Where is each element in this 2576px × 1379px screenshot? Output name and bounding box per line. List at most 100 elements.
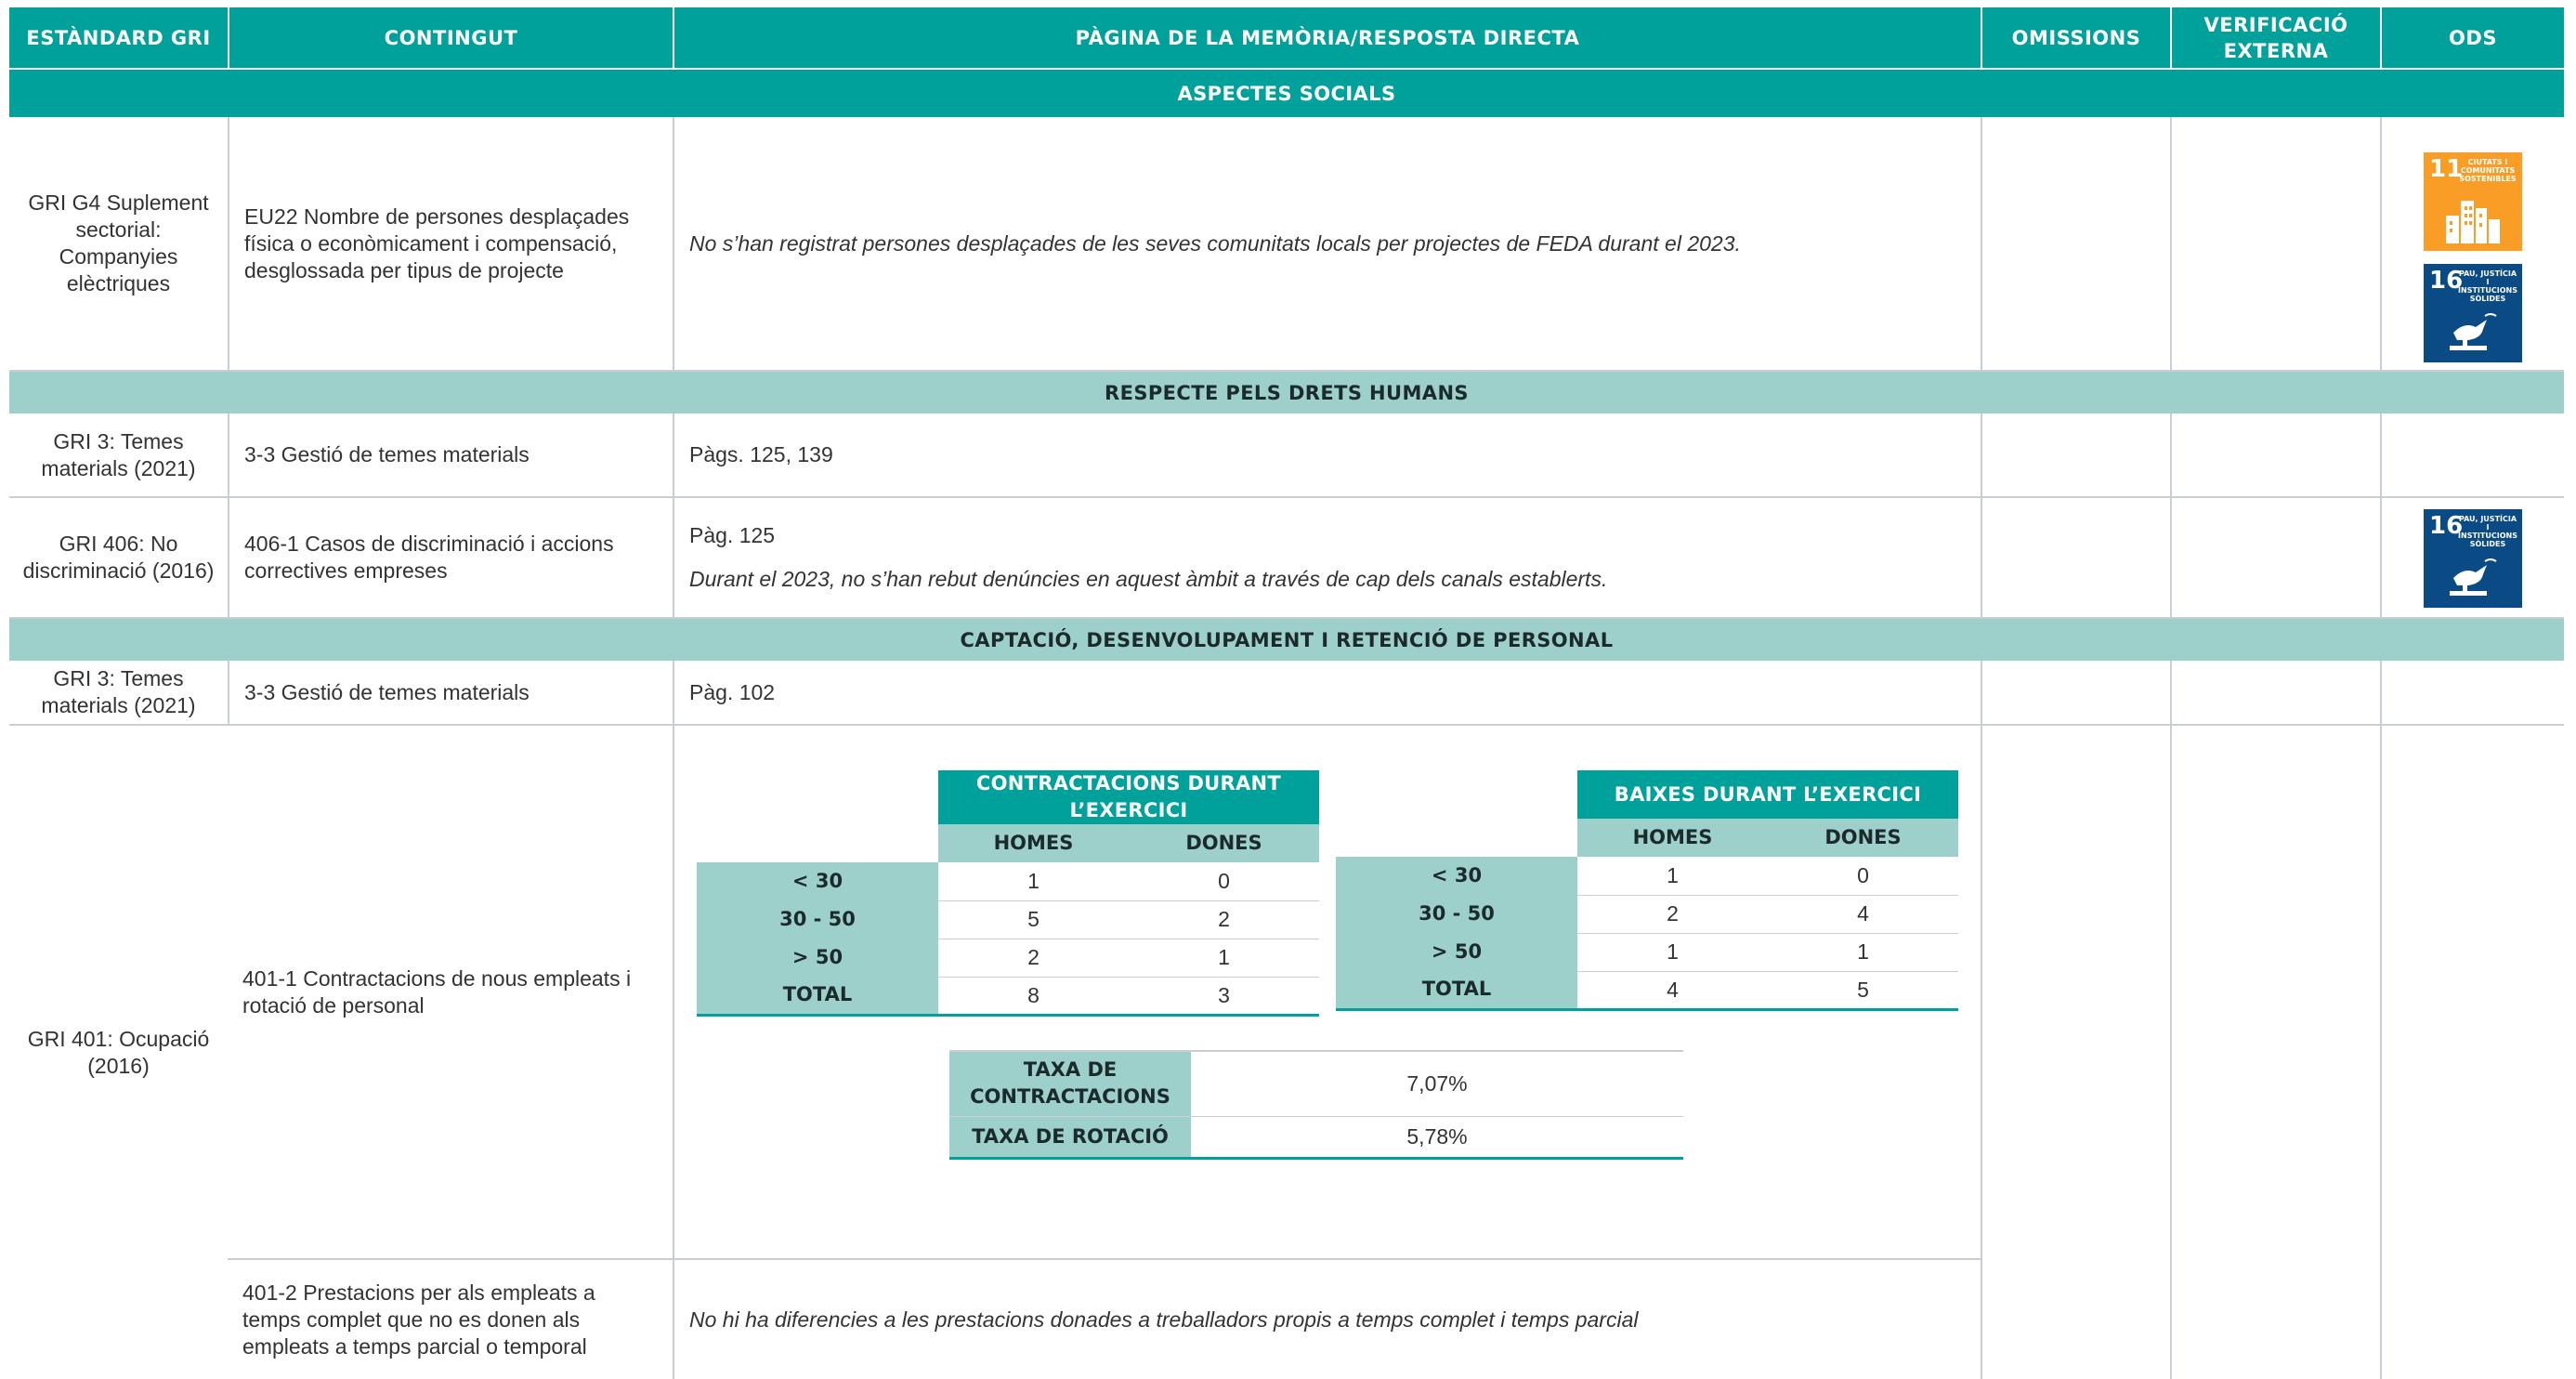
- leaves-women-value: 5: [1768, 971, 1958, 1011]
- row-content: 401-1 Contractacions de nous empleats i …: [242, 965, 632, 1018]
- table-row: GRI G4 Suplement sectorial: Companyies e…: [9, 117, 2564, 372]
- header-verification: VERIFICACIÓ EXTERNA: [2170, 7, 2380, 68]
- header-omissions: OMISSIONS: [1981, 7, 2170, 68]
- row-content: 401-2 Prestacions per als empleats a tem…: [242, 1280, 595, 1359]
- hires-col-women: DONES: [1129, 824, 1319, 862]
- leaves-women-value: 1: [1768, 933, 1958, 972]
- row-ods: [2380, 726, 2564, 1379]
- row-page-reference: Pàg. 125: [689, 523, 776, 547]
- leaves-row-label: TOTAL: [1336, 971, 1577, 1011]
- hires-row-label: TOTAL: [697, 977, 938, 1017]
- hires-table-title: CONTRACTACIONS DURANT L’EXERCICI: [938, 770, 1319, 824]
- row-verification: [2170, 117, 2380, 370]
- leaves-women-value: 0: [1768, 857, 1958, 896]
- row-verification: [2170, 414, 2380, 496]
- sdg-16-badge: 16 PAU, JUSTÍCIA I INSTITUCIONS SÒLIDES: [2424, 509, 2522, 608]
- header-standard: ESTÀNDARD GRI: [26, 26, 211, 49]
- hires-women-value: 0: [1129, 862, 1319, 901]
- row-page-response: Pàgs. 125, 139: [673, 414, 1981, 496]
- hires-women-value: 2: [1129, 900, 1319, 939]
- turnover-rate-value: 5,78%: [1191, 1116, 1683, 1160]
- hires-men-value: 2: [938, 939, 1129, 978]
- row-ods: [2380, 414, 2564, 496]
- row-content: 406-1 Casos de discriminació i accions c…: [228, 498, 673, 617]
- leaves-row-label: 30 - 50: [1336, 895, 1577, 933]
- leaves-men-value: 1: [1577, 857, 1768, 896]
- row-page-note: Durant el 2023, no s’han rebut denúncies…: [689, 567, 1608, 591]
- row-standard: GRI 3: Temes materials (2021): [41, 666, 196, 717]
- row-content: EU22 Nombre de persones desplaçades físi…: [228, 117, 673, 370]
- hires-women-value: 3: [1129, 977, 1319, 1017]
- header-content: CONTINGUT: [228, 7, 673, 68]
- header-verification-line2: EXTERNA: [2223, 39, 2329, 62]
- hires-row-label: 30 - 50: [697, 900, 938, 939]
- row-page-response: Pàg. 125 Durant el 2023, no s’han rebut …: [673, 498, 1981, 617]
- leaves-table: BAIXES DURANT L’EXERCICI HOMES DONES < 3…: [1336, 770, 1958, 1011]
- hire-rate-label: TAXA DE CONTRACTACIONS: [949, 1050, 1191, 1117]
- city-buildings-icon: [2446, 201, 2500, 243]
- hires-table: CONTRACTACIONS DURANT L’EXERCICI HOMES D…: [697, 770, 1319, 1017]
- sdg-16-badge: 16 PAU, JUSTÍCIA I INSTITUCIONS SÒLIDES: [2424, 264, 2522, 362]
- section-human-rights: RESPECTE PELS DRETS HUMANS: [9, 372, 2564, 414]
- dove-on-gavel-icon: [2450, 313, 2497, 350]
- leaves-men-value: 1: [1577, 933, 1768, 972]
- section-social-aspects: ASPECTES SOCIALS: [9, 70, 2564, 117]
- header-ods: ODS: [2380, 7, 2564, 68]
- table-row: GRI 3: Temes materials (2021) 3-3 Gestió…: [9, 661, 2564, 726]
- row-omissions: [1981, 498, 2170, 617]
- row-standard: GRI G4 Suplement sectorial: Companyies e…: [28, 190, 209, 296]
- row-omissions: [1981, 414, 2170, 496]
- header-verification-line1: VERIFICACIÓ: [2203, 13, 2348, 36]
- leaves-women-value: 4: [1768, 895, 1958, 934]
- row-page-response: No hi ha diferencies a les prestacions d…: [673, 1260, 1981, 1379]
- turnover-rate-label: TAXA DE ROTACIÓ: [949, 1116, 1191, 1160]
- leaves-col-men: HOMES: [1577, 819, 1768, 857]
- row-verification: [2170, 498, 2380, 617]
- row-standard: GRI 406: No discriminació (2016): [22, 532, 215, 583]
- hires-col-men: HOMES: [938, 824, 1129, 862]
- hires-row-label: < 30: [697, 862, 938, 900]
- row-omissions: [1981, 661, 2170, 724]
- table-header: ESTÀNDARD GRI CONTINGUT PÀGINA DE LA MEM…: [9, 7, 2564, 68]
- leaves-row-label: > 50: [1336, 933, 1577, 971]
- row-standard: GRI 401: Ocupació (2016): [27, 1026, 210, 1078]
- row-page-response: No s’han registrat persones desplaçades …: [673, 117, 1981, 370]
- dove-on-gavel-icon: [2450, 558, 2497, 596]
- row-page-response: CONTRACTACIONS DURANT L’EXERCICI HOMES D…: [673, 726, 1981, 1258]
- row-standard: GRI 3: Temes materials (2021): [41, 428, 196, 480]
- row-content: 3-3 Gestió de temes materials: [228, 414, 673, 496]
- rates-table: TAXA DE CONTRACTACIONS 7,07% TAXA DE ROT…: [949, 1050, 1683, 1160]
- row-ods: 16 PAU, JUSTÍCIA I INSTITUCIONS SÒLIDES: [2380, 498, 2564, 617]
- table-row: 401-2 Prestacions per als empleats a tem…: [228, 1260, 1981, 1379]
- row-ods: 11 CIUTATS I COMUNITATS SOSTENIBLES 16 P…: [2380, 117, 2564, 370]
- sdg-16-label: PAU, JUSTÍCIA I INSTITUCIONS SÒLIDES: [2458, 515, 2517, 548]
- leaves-table-title: BAIXES DURANT L’EXERCICI: [1577, 770, 1958, 819]
- row-verification: [2170, 661, 2380, 724]
- table-row: GRI 3: Temes materials (2021) 3-3 Gestió…: [9, 414, 2564, 498]
- hire-rate-label-line1: TAXA DE: [1023, 1058, 1118, 1082]
- row-omissions: [1981, 117, 2170, 370]
- hires-row-label: > 50: [697, 939, 938, 977]
- table-row: 401-1 Contractacions de nous empleats i …: [228, 726, 1981, 1260]
- sdg-16-label: PAU, JUSTÍCIA I INSTITUCIONS SÒLIDES: [2458, 269, 2517, 303]
- section-talent: CAPTACIÓ, DESENVOLUPAMENT I RETENCIÓ DE …: [9, 619, 2564, 661]
- row-page-response: Pàg. 102: [673, 661, 1981, 724]
- hire-rate-value: 7,07%: [1191, 1050, 1683, 1117]
- row-ods: [2380, 661, 2564, 724]
- row-omissions: [1981, 726, 2170, 1379]
- leaves-men-value: 2: [1577, 895, 1768, 934]
- leaves-col-women: DONES: [1768, 819, 1958, 857]
- hire-rate-label-line2: CONTRACTACIONS: [970, 1085, 1170, 1109]
- header-page: PÀGINA DE LA MEMÒRIA/RESPOSTA DIRECTA: [673, 7, 1981, 68]
- row-verification: [2170, 726, 2380, 1379]
- hires-men-value: 5: [938, 900, 1129, 939]
- sdg-11-badge: 11 CIUTATS I COMUNITATS SOSTENIBLES: [2424, 152, 2522, 251]
- sdg-11-label: CIUTATS I COMUNITATS SOSTENIBLES: [2459, 158, 2517, 183]
- hires-men-value: 1: [938, 862, 1129, 901]
- row-content: 3-3 Gestió de temes materials: [228, 661, 673, 724]
- leaves-row-label: < 30: [1336, 857, 1577, 895]
- hires-women-value: 1: [1129, 939, 1319, 978]
- hires-men-value: 8: [938, 977, 1129, 1017]
- table-row: GRI 406: No discriminació (2016) 406-1 C…: [9, 498, 2564, 619]
- leaves-men-value: 4: [1577, 971, 1768, 1011]
